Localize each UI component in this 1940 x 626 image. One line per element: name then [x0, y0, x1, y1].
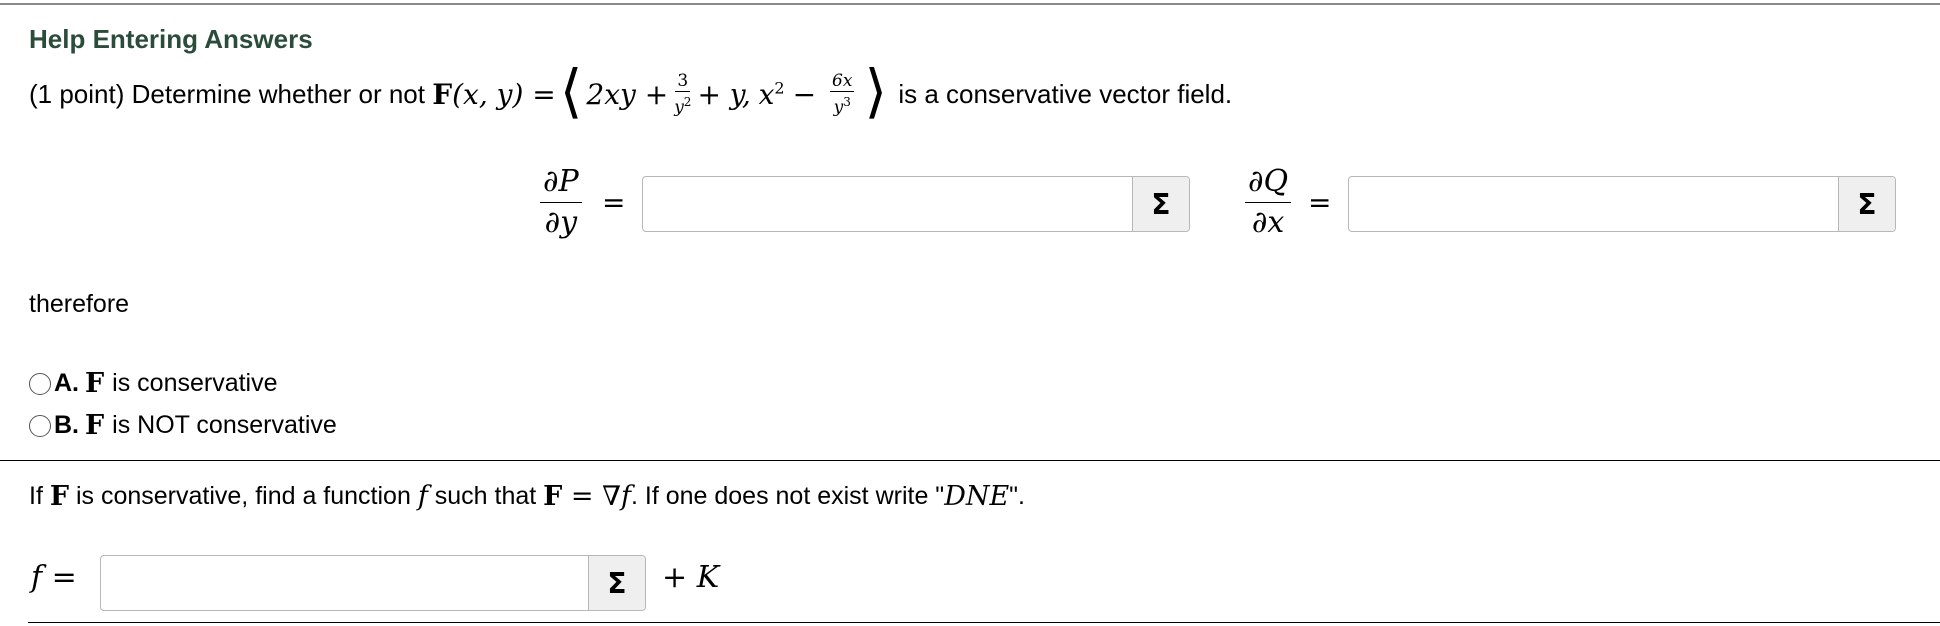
- sigma-icon[interactable]: Σ: [1132, 177, 1189, 231]
- problem-statement: (1 point) Determine whether or not F (x,…: [29, 62, 1232, 126]
- bottom-divider: [28, 622, 1940, 623]
- equals-sign: =: [42, 560, 77, 595]
- component-1-term-a: 2xy +: [586, 77, 669, 111]
- text-segment: such that: [427, 481, 544, 510]
- choice-text: is NOT conservative: [112, 411, 337, 439]
- component-2-fraction: 6x y3: [830, 70, 855, 118]
- dq-dx-fraction: ∂Q ∂x: [1245, 162, 1292, 243]
- gradient-equals: = ∇: [562, 480, 621, 512]
- dne-symbol: DNE: [944, 480, 1010, 512]
- function-symbol: f: [620, 480, 631, 512]
- help-entering-answers-link[interactable]: Help Entering Answers: [29, 24, 313, 55]
- choice-b[interactable]: B. F is NOT conservative: [29, 410, 337, 441]
- dp-dy-answer-box: Σ: [642, 176, 1190, 232]
- right-angle-bracket: ⟩: [864, 57, 888, 125]
- dx-denominator: ∂x: [1251, 205, 1285, 240]
- choice-symbol: F: [85, 368, 105, 399]
- partial-derivatives-row: ∂P ∂y = Σ ∂Q ∂x = Σ: [0, 162, 1940, 244]
- text-segment: is conservative, find a function: [69, 481, 418, 510]
- followup-question: If F is conservative, find a function f …: [29, 476, 1025, 516]
- left-angle-bracket: ⟨: [559, 57, 583, 125]
- dq-dx-input[interactable]: [1349, 177, 1838, 231]
- denominator-base: y: [833, 97, 844, 118]
- dq-numerator: ∂Q: [1245, 162, 1292, 203]
- fraction-denominator: y2: [674, 92, 691, 118]
- field-symbol: F: [49, 480, 70, 512]
- dq-dx-answer-box: Σ: [1348, 176, 1896, 232]
- equals-sign: =: [1308, 186, 1332, 219]
- points-label: (1 point): [29, 78, 125, 109]
- choice-symbol: F: [85, 410, 105, 441]
- text-segment: If: [29, 481, 50, 510]
- choice-letter: B.: [54, 411, 79, 439]
- x-base: x: [758, 77, 775, 111]
- choice-text: is conservative: [112, 369, 278, 397]
- prompt-after: is a conservative vector field.: [898, 78, 1233, 109]
- fraction-denominator: y3: [834, 92, 851, 118]
- minus-sign: −: [792, 77, 817, 111]
- prompt-before: Determine whether or not: [131, 78, 425, 109]
- sigma-icon[interactable]: Σ: [1838, 177, 1895, 231]
- fraction-numerator: 3: [675, 70, 691, 92]
- vector-field-expression: F (x, y) = ⟨ 2xy + 3 y2 + y, x2 − 6x y3 …: [432, 57, 891, 125]
- x-exponent: 2: [774, 78, 785, 98]
- field-args: (x, y) =: [452, 77, 556, 111]
- top-divider: [0, 3, 1940, 5]
- choice-letter: A.: [54, 369, 79, 397]
- fraction-numerator: 6x: [830, 70, 855, 92]
- section-divider: [0, 460, 1940, 461]
- denominator-exponent: 2: [683, 94, 692, 109]
- field-symbol: F: [432, 77, 453, 111]
- dp-dy-fraction: ∂P ∂y: [540, 162, 582, 243]
- function-symbol: f: [31, 560, 43, 595]
- sigma-icon[interactable]: Σ: [588, 556, 645, 610]
- function-symbol: f: [417, 480, 428, 512]
- text-segment: . If one does not exist write ": [630, 481, 945, 510]
- component-2-term-a: x2: [759, 78, 785, 111]
- denominator-base: y: [674, 97, 684, 118]
- potential-input[interactable]: [101, 556, 588, 610]
- radio-button-b[interactable]: [29, 414, 51, 437]
- constant-k: K: [696, 560, 720, 595]
- dp-dy-input[interactable]: [643, 177, 1132, 231]
- dp-numerator: ∂P: [540, 162, 582, 203]
- potential-answer-box: Σ: [100, 555, 646, 611]
- choice-a[interactable]: A. F is conservative: [29, 368, 278, 399]
- field-symbol: F: [543, 480, 563, 512]
- therefore-label: therefore: [29, 290, 130, 318]
- plus-constant: + K: [662, 560, 719, 595]
- text-segment: ".: [1009, 481, 1025, 510]
- component-1-fraction: 3 y2: [674, 71, 691, 118]
- equals-sign: =: [602, 186, 626, 219]
- dy-denominator: ∂y: [544, 205, 578, 240]
- radio-button-a[interactable]: [29, 372, 51, 395]
- potential-label: f =: [31, 560, 77, 595]
- plus-k-text: + K: [662, 560, 720, 595]
- component-1-term-b: + y,: [697, 77, 751, 111]
- denominator-exponent: 3: [843, 94, 851, 109]
